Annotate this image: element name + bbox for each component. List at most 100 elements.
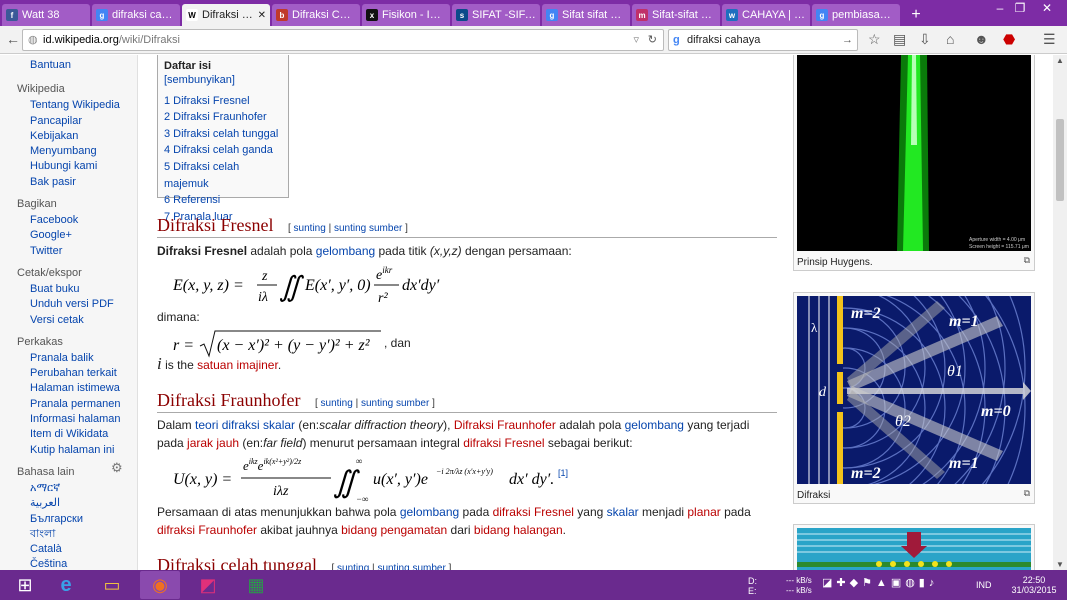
edit-link[interactable]: sunting: [321, 398, 353, 409]
edit-source-link[interactable]: sunting sumber: [334, 223, 402, 234]
sidebar-item[interactable]: Versi cetak: [0, 313, 137, 328]
tab-2[interactable]: W Difraksi - ... ✕: [182, 4, 270, 26]
link-skalar[interactable]: skalar: [607, 505, 639, 519]
link-difraksi-fresnel[interactable]: difraksi Fresnel: [493, 505, 574, 519]
enlarge-icon[interactable]: ⧉: [1024, 255, 1030, 266]
toc-item[interactable]: 6 Referensi: [164, 192, 282, 209]
scroll-down-icon[interactable]: ▼: [1056, 560, 1064, 569]
sidebar-item[interactable]: Item di Wikidata: [0, 427, 137, 442]
home-icon[interactable]: ⌂: [946, 31, 954, 47]
link-difraksi-fraunhofer[interactable]: difraksi Fraunhofer: [157, 523, 257, 537]
difraksi-image[interactable]: m=2 m=1 θ1 m=0 θ2 m=1 m=2 λ d: [664, 187, 1031, 570]
sidebar-item[interactable]: Halaman istimewa: [0, 381, 137, 396]
sidebar-item[interactable]: Pancapilar: [0, 114, 137, 129]
dropdown-icon[interactable]: ▿: [633, 30, 639, 50]
toc-item[interactable]: 1 Difraksi Fresnel: [164, 93, 282, 110]
toc-toggle[interactable]: [sembunyikan]: [164, 74, 235, 86]
url-bar[interactable]: ◍ id.wikipedia.org/wiki/Difraksi ▿ ↻: [22, 29, 664, 51]
edit-link[interactable]: sunting: [337, 563, 369, 570]
internet-explorer-icon[interactable]: e: [46, 571, 86, 599]
scroll-up-icon[interactable]: ▲: [1056, 56, 1064, 65]
sidebar-item[interactable]: Pranala balik: [0, 351, 137, 366]
back-icon[interactable]: ←: [6, 31, 20, 47]
excel-icon[interactable]: ▦: [236, 571, 276, 599]
chat-icon[interactable]: ☻: [974, 31, 989, 47]
sidebar-item[interactable]: Google+: [0, 228, 137, 243]
sidebar-item[interactable]: Bak pasir: [0, 175, 137, 190]
tab-7[interactable]: m Sifat-sifat Ca...: [632, 4, 720, 26]
sidebar-item[interactable]: Informasi halaman: [0, 412, 137, 427]
sidebar-item[interactable]: Facebook: [0, 213, 137, 228]
vertical-scrollbar[interactable]: ▲ ▼: [1053, 55, 1067, 570]
sidebar-item[interactable]: العربية: [0, 496, 137, 511]
search-input[interactable]: g difraksi cahaya →: [668, 29, 858, 51]
gear-icon[interactable]: ⚙: [111, 460, 123, 476]
sidebar-item[interactable]: Buat buku: [0, 282, 137, 297]
link-difraksi-fresnel[interactable]: difraksi Fresnel: [463, 436, 544, 450]
sidebar-item[interactable]: Tentang Wikipedia: [0, 98, 137, 113]
close-window-button[interactable]: ✕: [1032, 0, 1062, 16]
link-gelombang[interactable]: gelombang: [316, 244, 375, 258]
link-difraksi-fraunhofer[interactable]: Difraksi Fraunhofer: [454, 418, 556, 432]
bookmarks-list-icon[interactable]: ▤: [893, 31, 906, 48]
edit-source-link[interactable]: sunting sumber: [361, 398, 429, 409]
huygens-image[interactable]: Aperture width = 4.00 μm Screen height =…: [797, 55, 1031, 251]
scrollbar-thumb[interactable]: [1056, 119, 1064, 201]
sidebar-item[interactable]: Pranala permanen: [0, 397, 137, 412]
language-indicator[interactable]: IND: [976, 580, 992, 590]
tab-9[interactable]: g pembiasan a...: [812, 4, 900, 26]
third-image[interactable]: [797, 528, 1031, 570]
link-teori[interactable]: teori: [195, 418, 218, 432]
sidebar-item[interactable]: አማርኛ: [0, 481, 137, 496]
sidebar-item[interactable]: Čeština: [0, 557, 137, 570]
tab-0[interactable]: f Watt 38: [2, 4, 90, 26]
clock[interactable]: 22:50 31/03/2015: [1008, 575, 1060, 595]
tab-3[interactable]: b Difraksi Cah...: [272, 4, 360, 26]
sidebar-item[interactable]: Perubahan terkait: [0, 366, 137, 381]
link-bidang-pengamatan[interactable]: bidang pengamatan: [341, 523, 447, 537]
toc-item[interactable]: 3 Difraksi celah tunggal: [164, 126, 282, 143]
sidebar-item[interactable]: Twitter: [0, 244, 137, 259]
link-satuan-imajiner[interactable]: satuan imajiner: [197, 358, 278, 372]
link-bidang-halangan[interactable]: bidang halangan: [474, 523, 563, 537]
toc-item[interactable]: 4 Difraksi celah ganda: [164, 142, 282, 159]
sidebar-item[interactable]: Català: [0, 542, 137, 557]
tab-8[interactable]: w CAHAYA | sc...: [722, 4, 810, 26]
download-icon[interactable]: ⇩: [919, 31, 931, 48]
file-explorer-icon[interactable]: ▭: [92, 571, 132, 599]
link-difraksi-skalar[interactable]: difraksi skalar: [222, 418, 295, 432]
edit-link[interactable]: sunting: [294, 223, 326, 234]
tab-6[interactable]: g Sifat sifat ca...: [542, 4, 630, 26]
sidebar-item[interactable]: বাংলা: [0, 527, 137, 542]
enlarge-icon[interactable]: ⧉: [1024, 488, 1030, 499]
link-gelombang[interactable]: gelombang: [400, 505, 459, 519]
sidebar-item[interactable]: Menyumbang: [0, 144, 137, 159]
sidebar-item[interactable]: Unduh versi PDF: [0, 297, 137, 312]
tray-icons[interactable]: ◪✚◆⚑▲▣◍▮♪: [822, 578, 938, 589]
new-tab-button[interactable]: +: [904, 4, 928, 26]
sidebar-item[interactable]: Kebijakan: [0, 129, 137, 144]
toc-item[interactable]: 5 Difraksi celah majemuk: [164, 159, 282, 192]
sidebar-item[interactable]: Kutip halaman ini: [0, 443, 137, 458]
reference-link[interactable]: [1]: [558, 468, 568, 478]
adblock-icon[interactable]: ⬣: [1003, 31, 1015, 48]
link-gelombang[interactable]: gelombang: [625, 418, 684, 432]
edit-source-link[interactable]: sunting sumber: [377, 563, 445, 570]
tab-5[interactable]: s SIFAT -SIFAT...: [452, 4, 540, 26]
app-icon[interactable]: ◩: [188, 571, 228, 599]
tab-4[interactable]: x Fisikon - Inte...: [362, 4, 450, 26]
windows-start-icon[interactable]: ⊞: [5, 571, 45, 599]
reload-icon[interactable]: ↻: [648, 30, 657, 50]
sidebar-item[interactable]: Български: [0, 512, 137, 527]
bookmark-star-icon[interactable]: ☆: [868, 31, 881, 48]
toc-item[interactable]: 2 Difraksi Fraunhofer: [164, 109, 282, 126]
search-go-icon[interactable]: →: [842, 30, 853, 50]
link-planar[interactable]: planar: [687, 505, 720, 519]
tab-1[interactable]: g difraksi caha...: [92, 4, 180, 26]
firefox-icon[interactable]: ◉: [140, 571, 180, 599]
sidebar-item[interactable]: Hubungi kami: [0, 159, 137, 174]
close-tab-icon[interactable]: ✕: [258, 10, 266, 21]
maximize-button[interactable]: ❐: [1005, 0, 1035, 16]
sidebar-item-bantuan[interactable]: Bantuan: [0, 58, 137, 73]
link-jarak-jauh[interactable]: jarak jauh: [187, 436, 239, 450]
